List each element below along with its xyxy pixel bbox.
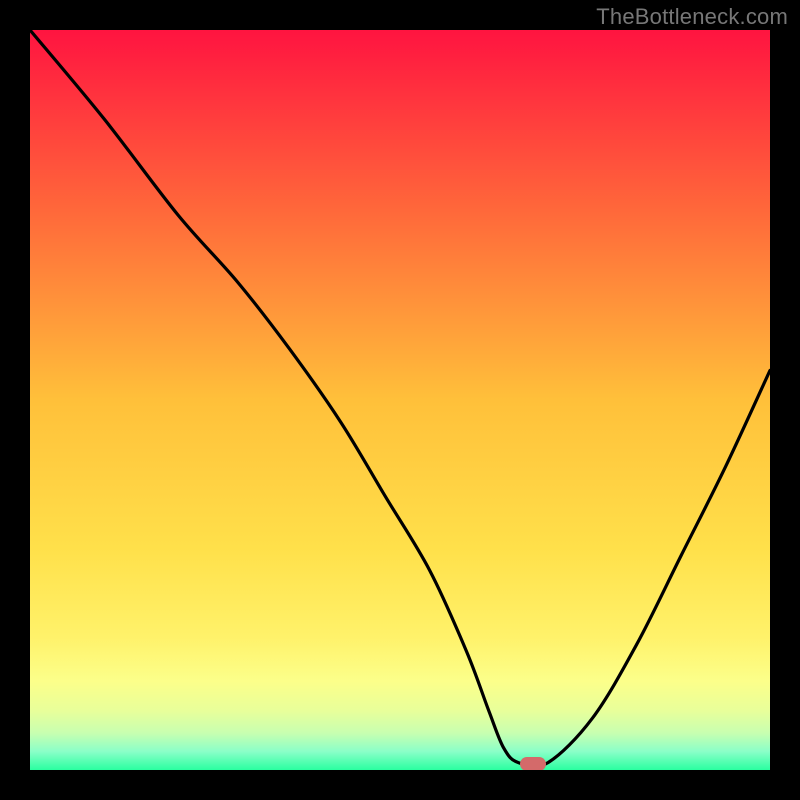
chart-frame: TheBottleneck.com (0, 0, 800, 800)
plot-area (30, 30, 770, 770)
watermark-text: TheBottleneck.com (596, 4, 788, 30)
bottleneck-curve (30, 30, 770, 767)
optimal-point-marker (520, 757, 546, 770)
curve-layer (30, 30, 770, 770)
